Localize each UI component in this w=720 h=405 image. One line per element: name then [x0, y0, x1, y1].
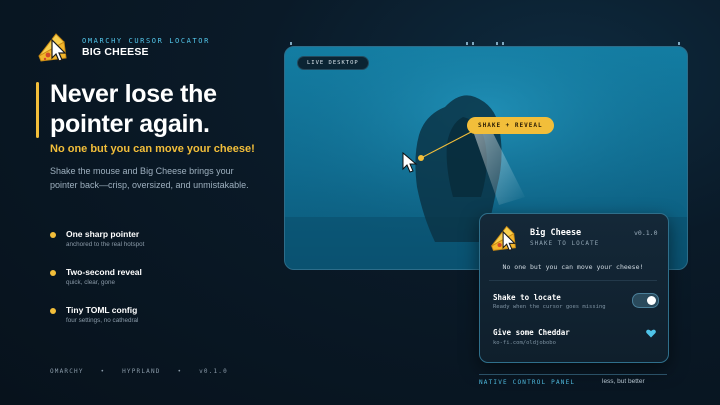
footer-version: v0.1.0	[199, 368, 228, 375]
right-tagline: less, but better	[602, 378, 645, 385]
feature-title: Two-second reveal	[66, 267, 142, 277]
hero-description: Shake the mouse and Big Cheese brings yo…	[50, 166, 249, 190]
panel-divider	[489, 280, 657, 281]
live-desktop-badge: LIVE DESKTOP	[297, 56, 369, 70]
bullet-dot-icon	[50, 308, 56, 314]
brand-kicker: OMARCHY CURSOR LOCATOR	[82, 37, 210, 45]
shake-to-locate-toggle[interactable]	[632, 293, 659, 308]
native-divider	[479, 374, 667, 375]
cheddar-link-title[interactable]: Give some Cheddar	[493, 328, 570, 337]
hero-accent-bar	[36, 82, 39, 138]
footer-meta: OMARCHY • HYPRLAND • v0.1.0	[50, 368, 240, 375]
cheddar-link-url[interactable]: ko-fi.com/oldjobobo	[493, 340, 556, 346]
footer-separator: •	[100, 368, 106, 375]
cheese-cursor-logo-icon	[491, 225, 516, 252]
panel-title: Big Cheese	[530, 228, 582, 238]
heart-icon[interactable]	[646, 329, 656, 338]
feature-subtitle: quick, clear, gone	[66, 279, 116, 286]
brand-name: BIG CHEESE	[82, 46, 149, 58]
panel-tagline: No one but you can move your cheese!	[502, 263, 644, 271]
panel-subtitle: SHAKE TO LOCATE	[530, 240, 600, 247]
hero-title-line-2: pointer again.	[50, 110, 210, 138]
shake-setting-title: Shake to locate	[493, 293, 561, 302]
bullet-dot-icon	[50, 232, 56, 238]
hero-title-line-1: Never lose the	[50, 80, 217, 108]
native-control-panel-label: NATIVE CONTROL PANEL	[479, 379, 576, 386]
bullet-dot-icon	[50, 270, 56, 276]
footer-item: HYPRLAND	[122, 368, 161, 375]
shake-setting-subtitle: Ready when the cursor goes missing	[493, 304, 606, 310]
footer-separator: •	[177, 368, 183, 375]
hero-tagline: No one but you can move your cheese!	[50, 143, 255, 155]
shake-reveal-badge: SHAKE + REVEAL	[467, 117, 554, 134]
toggle-knob	[647, 296, 656, 305]
feature-subtitle: anchored to the real hotspot	[66, 241, 145, 248]
panel-version: v0.1.0	[634, 229, 658, 237]
cheese-cursor-logo-icon	[38, 33, 67, 62]
feature-title: Tiny TOML config	[66, 305, 138, 315]
hero-title: Never lose the pointer again.	[50, 79, 270, 139]
feature-title: One sharp pointer	[66, 229, 140, 239]
footer-item: OMARCHY	[50, 368, 84, 375]
feature-subtitle: four settings, no cathedral	[66, 317, 139, 324]
